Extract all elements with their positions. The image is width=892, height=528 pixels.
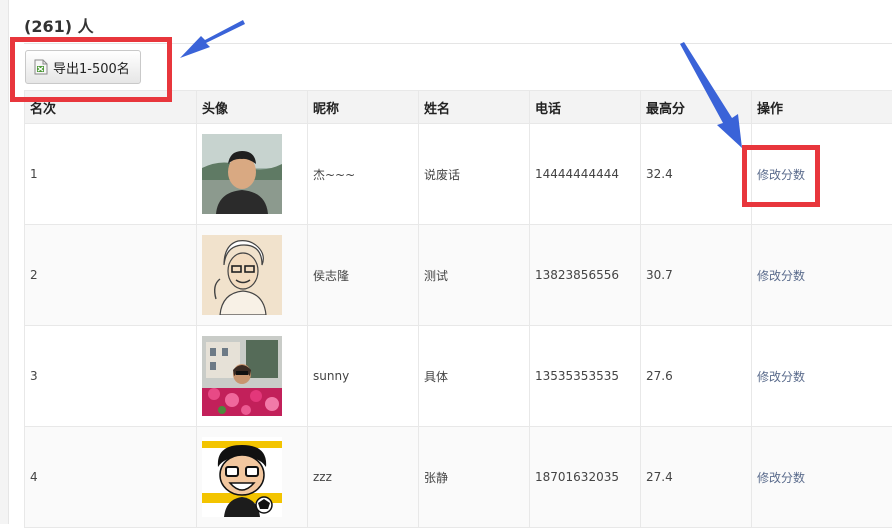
column-header-avatar: 头像	[197, 91, 308, 124]
avatar	[202, 134, 282, 214]
score-cell: 32.4	[641, 124, 752, 225]
edit-score-link[interactable]: 修改分数	[757, 269, 805, 283]
nickname-cell: sunny	[308, 326, 419, 427]
score-cell: 30.7	[641, 225, 752, 326]
avatar	[202, 437, 282, 517]
column-header-name: 姓名	[419, 91, 530, 124]
edit-score-link[interactable]: 修改分数	[757, 471, 805, 485]
rank-cell: 1	[25, 124, 197, 225]
avatar	[202, 235, 282, 315]
nickname-cell: zzz	[308, 427, 419, 528]
arrow-to-export-icon	[180, 20, 245, 58]
score-cell: 27.6	[641, 326, 752, 427]
edit-score-link[interactable]: 修改分数	[757, 370, 805, 384]
column-header-nickname: 昵称	[308, 91, 419, 124]
phone-cell: 13823856556	[530, 225, 641, 326]
name-cell: 说废话	[419, 124, 530, 225]
phone-cell: 18701632035	[530, 427, 641, 528]
rank-cell: 3	[25, 326, 197, 427]
left-panel-edge	[0, 0, 9, 524]
rank-cell: 4	[25, 427, 197, 528]
name-cell: 具体	[419, 326, 530, 427]
table-row: 2 侯志隆 测试 13823856556 30.7 修改分数	[25, 225, 892, 326]
participant-count: (261) 人	[24, 13, 94, 37]
phone-cell: 13535353535	[530, 326, 641, 427]
table-row: 4 zzz 张静 18701632035 27	[25, 427, 892, 528]
score-cell: 27.4	[641, 427, 752, 528]
name-cell: 张静	[419, 427, 530, 528]
export-highlight-box	[10, 37, 172, 102]
edit-score-highlight-box	[742, 145, 820, 207]
name-cell: 测试	[419, 225, 530, 326]
table-row: 3	[25, 326, 892, 427]
phone-cell: 14444444444	[530, 124, 641, 225]
nickname-cell: 杰~~~	[308, 124, 419, 225]
avatar	[202, 336, 282, 416]
column-header-action: 操作	[752, 91, 892, 124]
column-header-phone: 电话	[530, 91, 641, 124]
column-header-top-score: 最高分	[641, 91, 752, 124]
nickname-cell: 侯志隆	[308, 225, 419, 326]
rank-cell: 2	[25, 225, 197, 326]
